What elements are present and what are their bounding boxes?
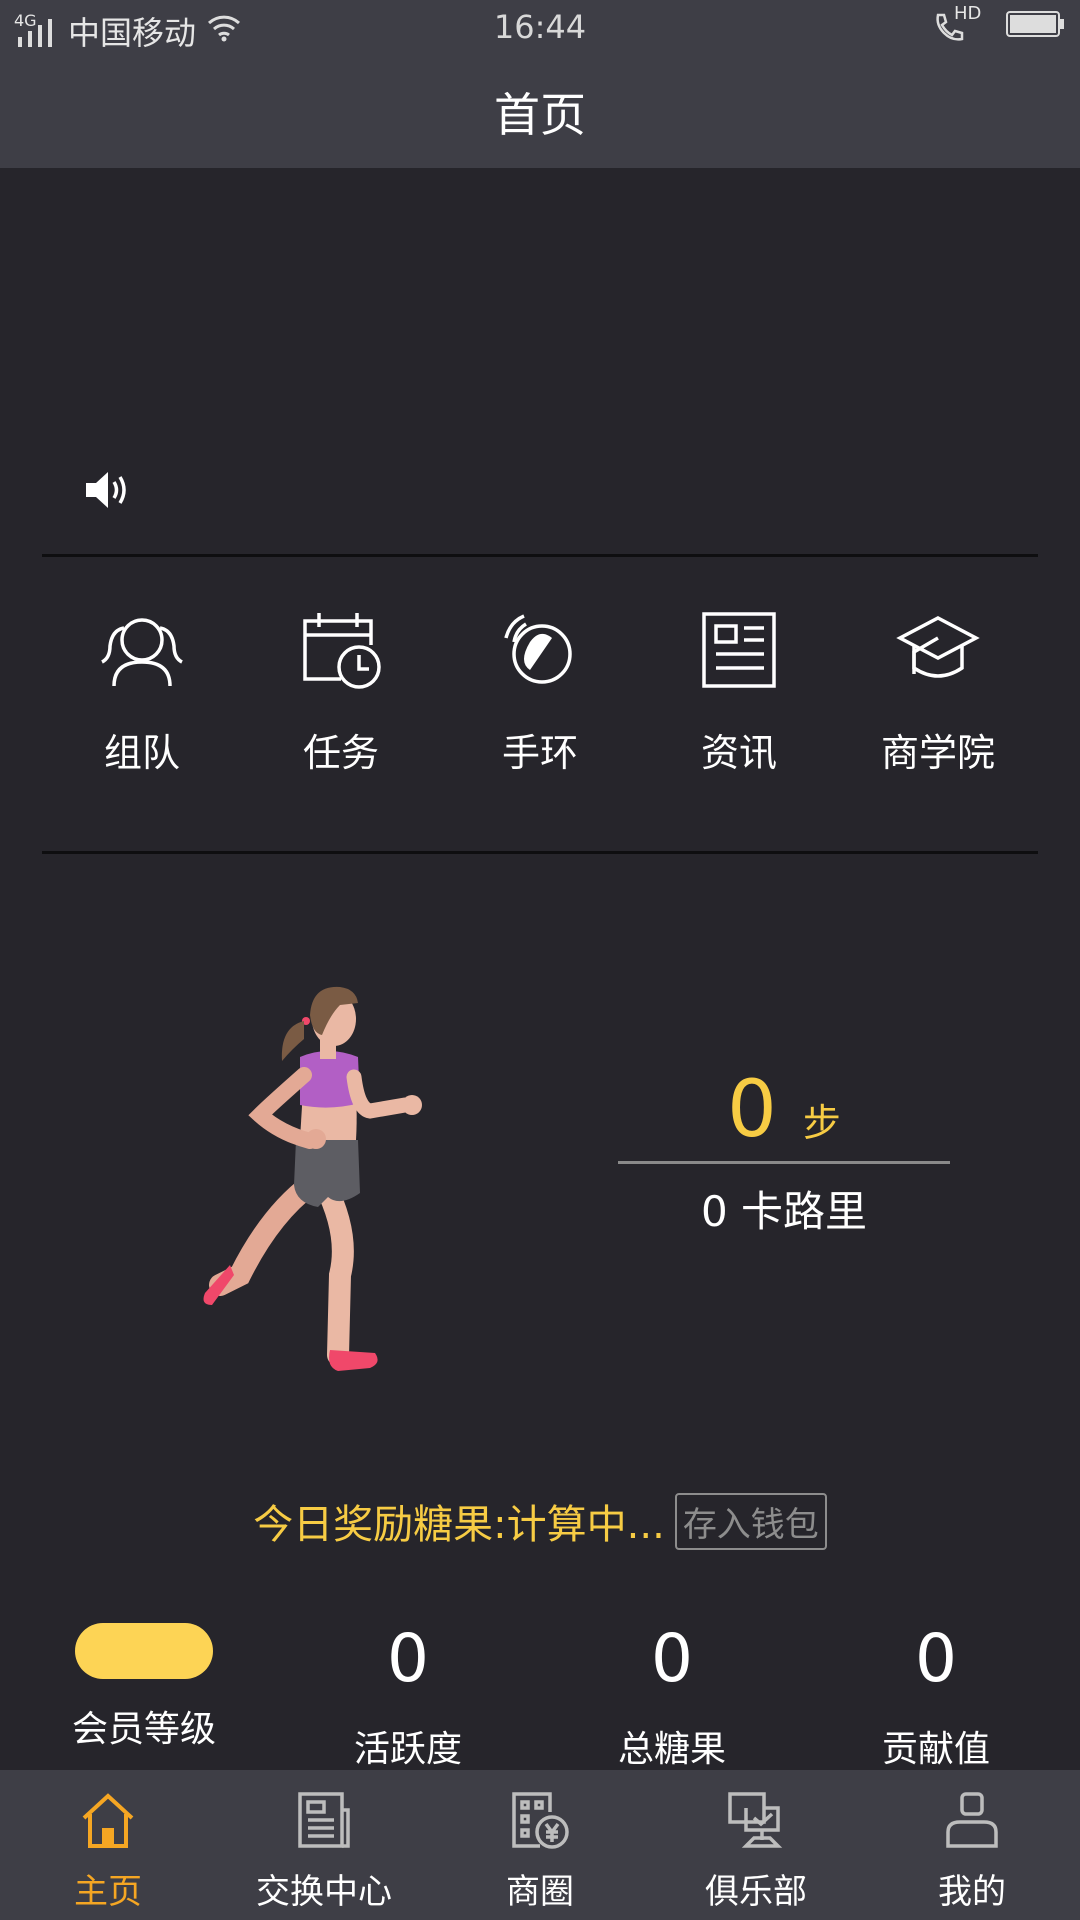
stat-label: 总糖果 [617, 1729, 726, 1770]
stat-label: 会员等级 [71, 1709, 216, 1750]
save-to-wallet-button[interactable]: 存入钱包 [674, 1492, 827, 1550]
stat-contribution[interactable]: 0 贡献值 [816, 1620, 1056, 1772]
tab-label: 我的 [938, 1872, 1006, 1912]
stat-total-candy[interactable]: 0 总糖果 [552, 1620, 792, 1772]
stat-value: 0 [915, 1620, 957, 1697]
divider-top [42, 554, 1038, 557]
battery-icon [1006, 8, 1066, 46]
exchange-icon [216, 1780, 432, 1860]
stat-member-level[interactable]: 会员等级 [24, 1620, 264, 1752]
member-level-badge [75, 1623, 213, 1679]
page-header: 首页 [0, 56, 1080, 168]
status-bar: 4G 中国移动 16:44 HD [0, 0, 1080, 56]
step-counter: 0步 0 卡路里 [618, 1065, 950, 1239]
stat-label: 活跃度 [353, 1729, 462, 1770]
quick-action-news[interactable]: 资讯 [639, 600, 839, 777]
status-time: 16:44 [493, 8, 587, 46]
tab-label: 交换中心 [256, 1872, 392, 1912]
calorie-count: 0 卡路里 [700, 1187, 868, 1236]
stat-label: 贡献值 [881, 1729, 990, 1770]
club-icon [648, 1780, 864, 1860]
news-icon [639, 600, 839, 700]
team-icon [42, 600, 242, 700]
runner-illustration [200, 975, 440, 1399]
step-divider [618, 1161, 950, 1164]
stat-value: 0 [387, 1620, 429, 1697]
step-count: 0 [727, 1065, 777, 1155]
quick-action-task[interactable]: 任务 [241, 600, 441, 777]
home-icon [0, 1780, 216, 1860]
quick-action-label: 商学院 [880, 731, 995, 775]
announcement-speaker-icon[interactable] [84, 468, 136, 516]
stat-value: 0 [651, 1620, 693, 1697]
bottom-tab-bar: 主页 交换中心 商圈 俱乐部 我的 [0, 1770, 1080, 1920]
task-calendar-icon [241, 600, 441, 700]
daily-reward: 今日奖励糖果:计算中... 存入钱包 [0, 1492, 1080, 1550]
tab-label: 俱乐部 [705, 1872, 807, 1912]
quick-action-label: 组队 [103, 731, 180, 775]
wristband-icon [440, 600, 640, 700]
quick-action-label: 任务 [302, 731, 379, 775]
quick-action-team[interactable]: 组队 [42, 600, 242, 777]
quick-actions: 组队 任务 手环 资讯 商学院 [42, 600, 1038, 800]
quick-action-label: 资讯 [700, 731, 777, 775]
tab-exchange[interactable]: 交换中心 [216, 1780, 432, 1913]
tab-label: 商圈 [506, 1872, 574, 1912]
tab-label: 主页 [74, 1872, 142, 1912]
tab-profile[interactable]: 我的 [864, 1780, 1080, 1913]
graduation-cap-icon [838, 600, 1038, 700]
reward-text: 今日奖励糖果:计算中... [253, 1502, 665, 1548]
quick-action-label: 手环 [501, 731, 578, 775]
business-district-icon [432, 1780, 648, 1860]
tab-business-district[interactable]: 商圈 [432, 1780, 648, 1913]
quick-action-wristband[interactable]: 手环 [440, 600, 640, 777]
page-title: 首页 [494, 88, 586, 142]
stat-activity[interactable]: 0 活跃度 [288, 1620, 528, 1772]
quick-action-business-school[interactable]: 商学院 [838, 600, 1038, 777]
tab-club[interactable]: 俱乐部 [648, 1780, 864, 1913]
tab-home[interactable]: 主页 [0, 1780, 216, 1913]
hd-call-icon: HD [932, 3, 981, 45]
step-unit: 步 [802, 1101, 841, 1145]
divider-bottom [42, 851, 1038, 854]
profile-icon [864, 1780, 1080, 1860]
